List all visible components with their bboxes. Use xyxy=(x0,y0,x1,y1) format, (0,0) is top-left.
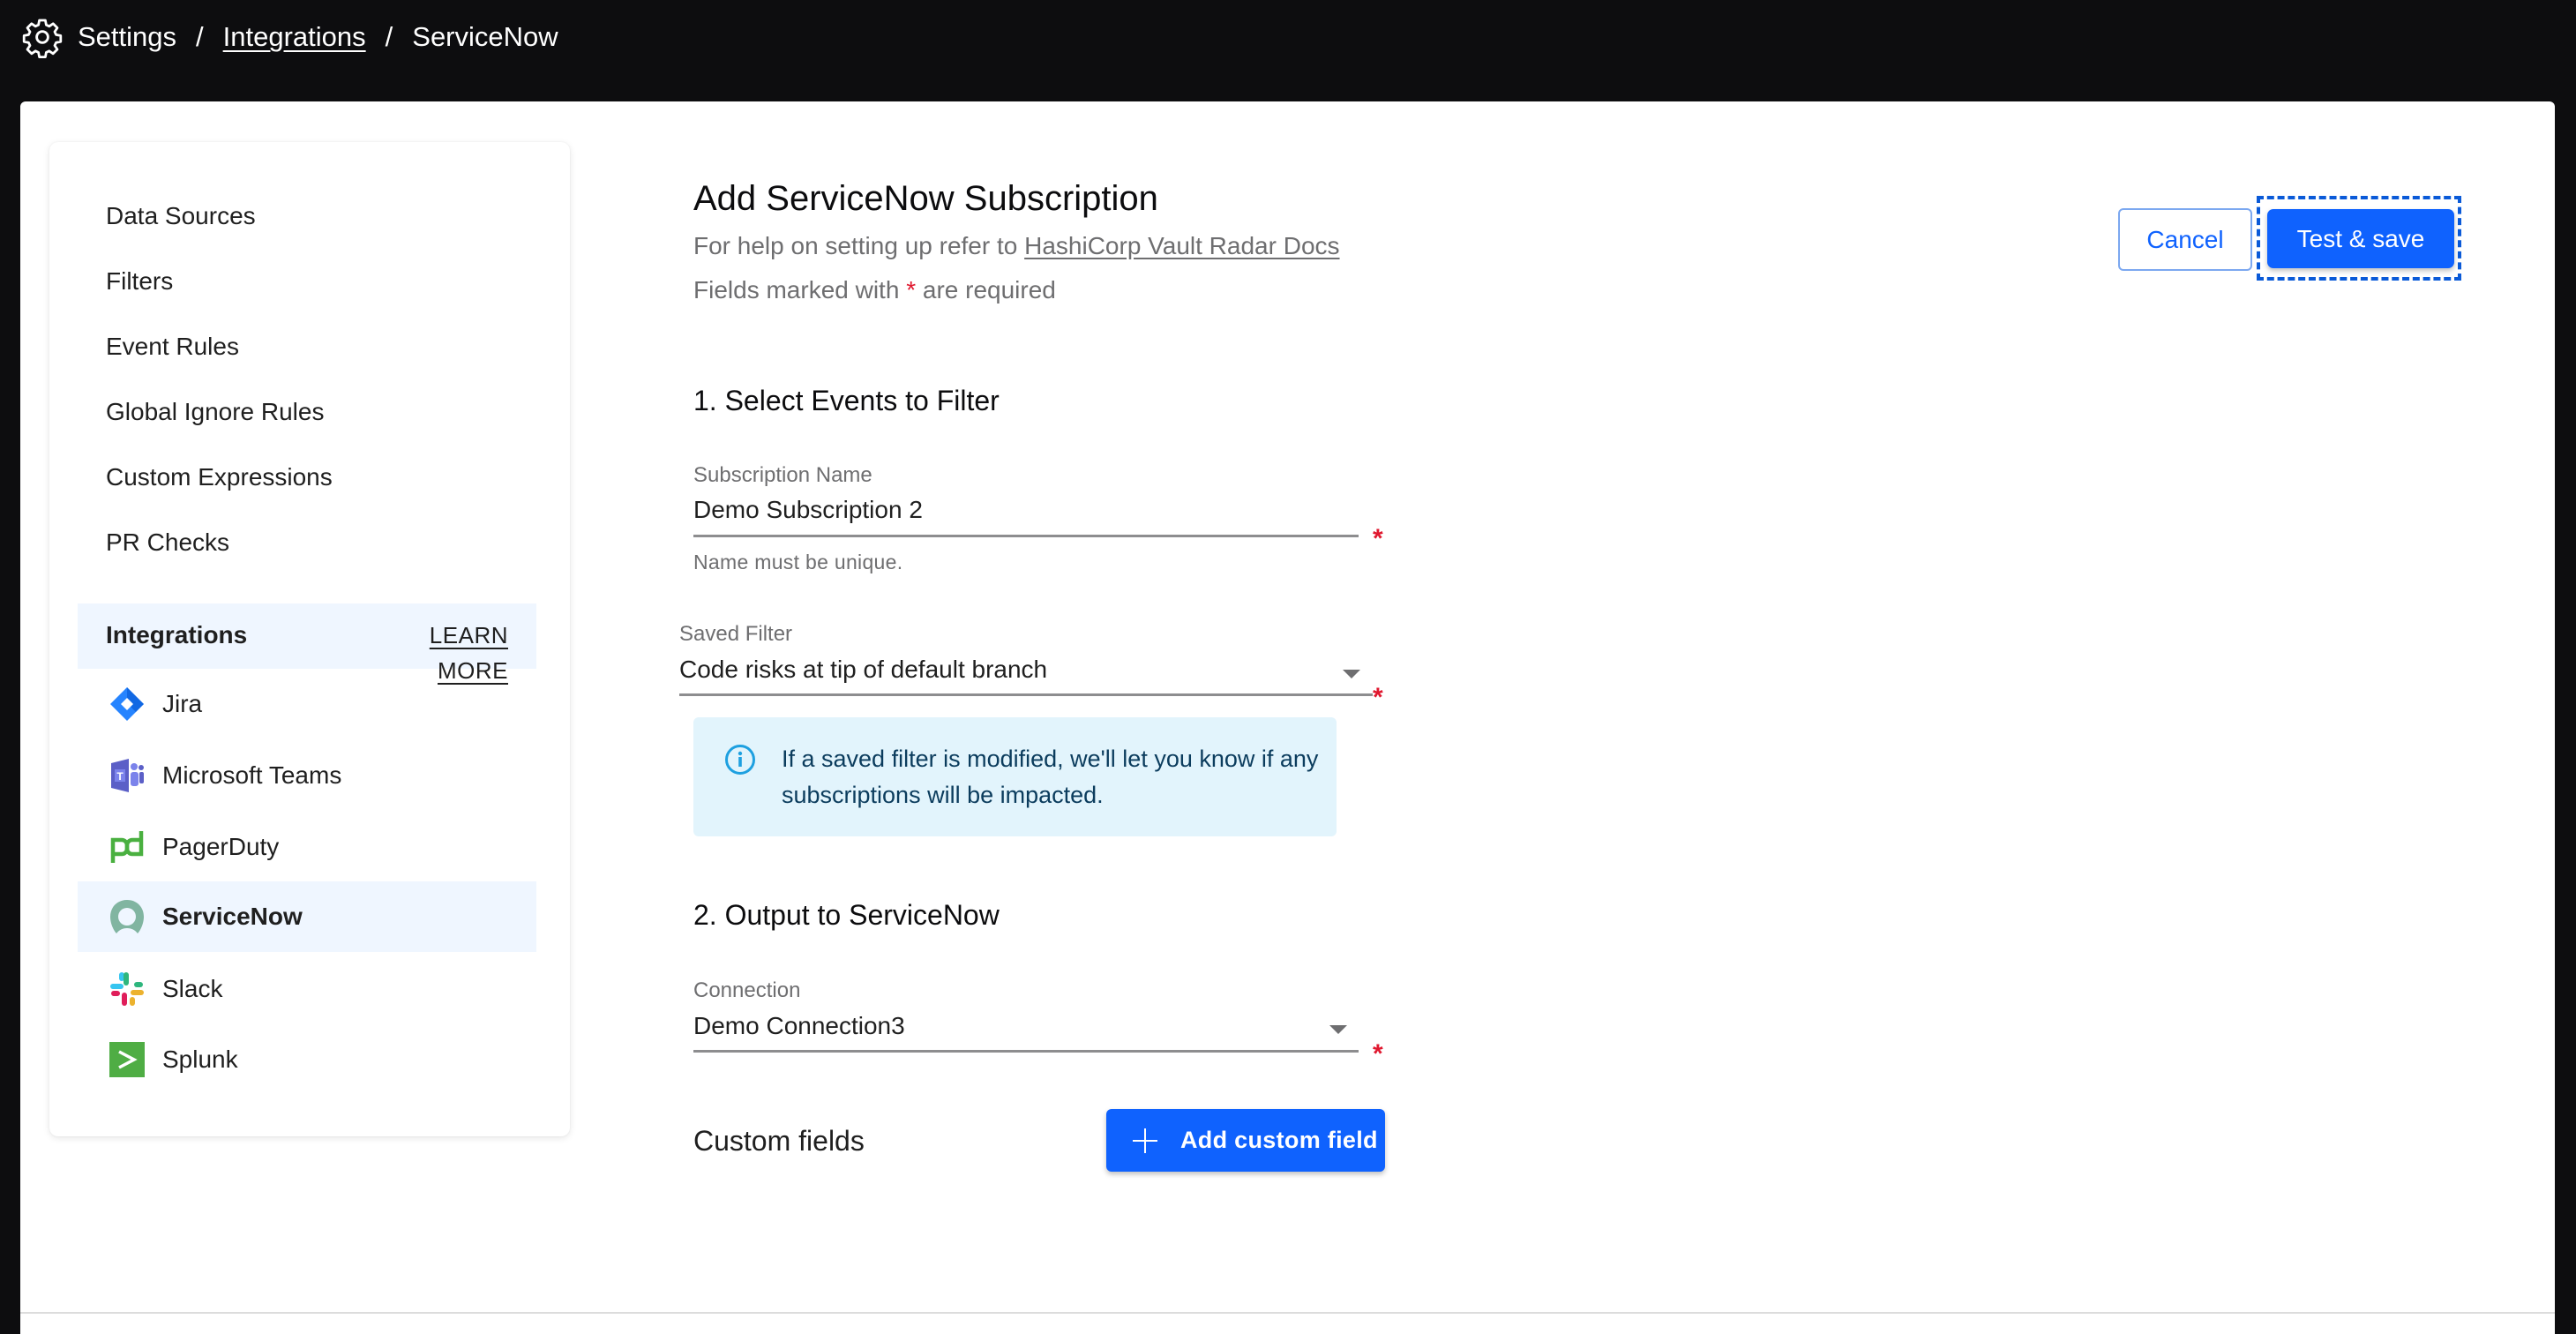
sidebar-item-pr-checks[interactable]: PR Checks xyxy=(106,525,229,560)
sidebar-item-pagerduty[interactable]: PagerDuty xyxy=(78,812,536,882)
info-message: If a saved filter is modified, we'll let… xyxy=(782,746,1319,808)
required-prefix: Fields marked with xyxy=(693,276,907,304)
breadcrumb-separator: / xyxy=(196,21,204,52)
connection-select[interactable]: Demo Connection3 xyxy=(693,1010,1311,1042)
required-star: * xyxy=(906,276,917,304)
sidebar-item-custom-expressions[interactable]: Custom Expressions xyxy=(106,460,333,495)
gear-icon xyxy=(22,19,63,58)
integration-label: Jira xyxy=(162,690,203,717)
test-and-save-button[interactable]: Test & save xyxy=(2267,209,2454,268)
divider xyxy=(20,1312,2555,1314)
integration-label: Microsoft Teams xyxy=(162,761,342,789)
required-indicator: * xyxy=(1373,683,1383,712)
integrations-title: Integrations xyxy=(106,621,248,648)
section-heading-output: 2. Output to ServiceNow xyxy=(693,899,1000,931)
saved-filter-underline xyxy=(679,693,1373,696)
slack-icon xyxy=(110,972,144,1006)
connection-underline xyxy=(693,1050,1359,1053)
jira-icon xyxy=(110,687,144,721)
sidebar-item-event-rules[interactable]: Event Rules xyxy=(106,329,239,364)
page-title: Add ServiceNow Subscription xyxy=(693,179,1158,218)
add-custom-field-label: Add custom field xyxy=(1180,1127,1378,1153)
integration-label: PagerDuty xyxy=(162,833,280,860)
sidebar-item-data-sources[interactable]: Data Sources xyxy=(106,199,256,234)
integration-label: ServiceNow xyxy=(162,903,303,930)
info-icon xyxy=(725,745,755,775)
integration-label: Splunk xyxy=(162,1045,238,1073)
chevron-down-icon[interactable] xyxy=(1343,670,1360,678)
saved-filter-select[interactable]: Code risks at tip of default branch xyxy=(679,654,1332,686)
connection-label: Connection xyxy=(693,978,801,1002)
subscription-name-label: Subscription Name xyxy=(693,463,872,487)
help-prefix: For help on setting up refer to xyxy=(693,232,1025,259)
chevron-down-icon[interactable] xyxy=(1329,1025,1347,1034)
svg-text:T: T xyxy=(116,770,124,783)
sidebar-item-servicenow[interactable]: ServiceNow xyxy=(78,881,536,952)
cancel-button[interactable]: Cancel xyxy=(2118,208,2252,271)
section-heading-select-events: 1. Select Events to Filter xyxy=(693,385,1000,416)
servicenow-icon xyxy=(110,900,144,933)
breadcrumb: Settings / Integrations / ServiceNow xyxy=(78,18,558,56)
required-suffix: are required xyxy=(916,276,1056,304)
sidebar-item-splunk[interactable]: Splunk xyxy=(78,1024,536,1095)
integration-label: Slack xyxy=(162,975,223,1002)
help-text: For help on setting up refer to HashiCor… xyxy=(693,230,1340,262)
sidebar-item-microsoft-teams[interactable]: T Microsoft Teams xyxy=(78,740,536,811)
docs-link[interactable]: HashiCorp Vault Radar Docs xyxy=(1024,232,1339,259)
custom-fields-heading: Custom fields xyxy=(693,1125,865,1157)
splunk-icon xyxy=(109,1042,145,1077)
saved-filter-label: Saved Filter xyxy=(679,622,793,646)
required-indicator: * xyxy=(1373,524,1383,553)
add-custom-field-button[interactable]: Add custom field xyxy=(1106,1109,1385,1172)
required-note: Fields marked with * are required xyxy=(693,274,1056,306)
subscription-name-input[interactable] xyxy=(693,494,1346,526)
sidebar-item-filters[interactable]: Filters xyxy=(106,264,173,299)
breadcrumb-integrations-link[interactable]: Integrations xyxy=(223,21,366,53)
pagerduty-icon xyxy=(110,831,144,863)
microsoft-teams-icon: T xyxy=(111,759,144,792)
breadcrumb-separator: / xyxy=(385,21,393,52)
subscription-name-underline xyxy=(693,535,1359,537)
sidebar-item-global-ignore-rules[interactable]: Global Ignore Rules xyxy=(106,394,324,430)
sidebar-item-jira[interactable]: Jira xyxy=(78,669,536,739)
breadcrumb-settings: Settings xyxy=(78,21,177,52)
required-indicator: * xyxy=(1373,1039,1383,1068)
plus-icon xyxy=(1133,1128,1157,1153)
breadcrumb-servicenow: ServiceNow xyxy=(412,21,558,52)
sidebar-item-slack[interactable]: Slack xyxy=(78,954,536,1024)
subscription-name-helper: Name must be unique. xyxy=(693,551,903,573)
